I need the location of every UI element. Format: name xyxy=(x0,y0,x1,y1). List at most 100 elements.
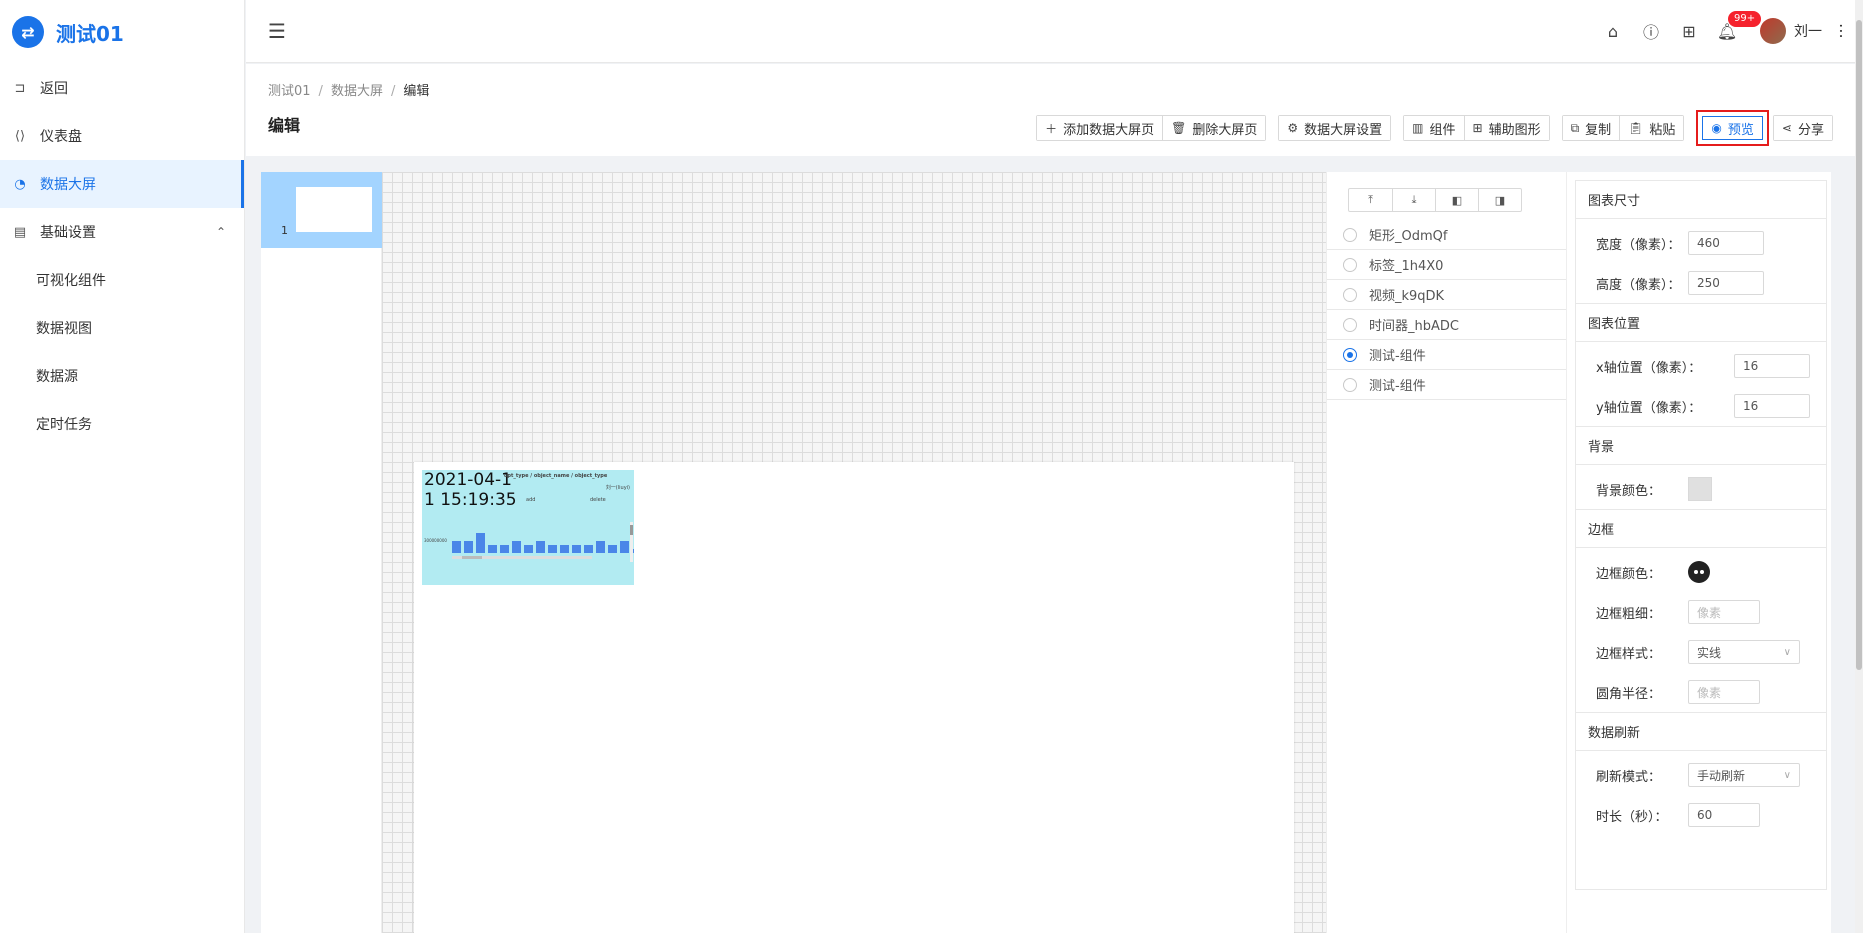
widget-bar xyxy=(452,541,461,553)
username[interactable]: 刘一 xyxy=(1794,21,1822,41)
sidebar-item-basic-settings[interactable]: ▤ 基础设置 ⌃ xyxy=(0,208,244,256)
widget-bar xyxy=(596,541,605,553)
border-section: 边框 边框颜色： 边框粗细： 像素 边框样式： 实线 ∨ 圆角半径： 像素 xyxy=(1576,510,1826,713)
layer-item[interactable]: 时间器_hbADC xyxy=(1327,310,1567,340)
refresh-mode-select[interactable]: 手动刷新 ∨ xyxy=(1688,763,1800,787)
aux-shapes-button[interactable]: ⊞ 辅助图形 xyxy=(1463,116,1549,140)
properties-card: 图表尺寸 宽度（像素）： 460 高度（像素）： 250 图表位置 x轴位置（像… xyxy=(1575,180,1827,890)
delete-page-button[interactable]: 🗑︎ 删除大屏页 xyxy=(1162,116,1266,140)
avatar[interactable] xyxy=(1760,18,1786,44)
layer-radio[interactable] xyxy=(1343,317,1357,332)
section-title: 图表位置 xyxy=(1576,304,1826,342)
thumbnail-preview xyxy=(296,187,372,232)
preview-button[interactable]: ◉ 预览 xyxy=(1702,116,1763,140)
scrollbar-thumb[interactable] xyxy=(1856,20,1862,670)
page-thumbnail[interactable]: 1 xyxy=(261,172,382,248)
components-button[interactable]: ▥ 组件 xyxy=(1404,116,1464,140)
height-input[interactable]: 250 xyxy=(1688,271,1764,295)
sidebar-item-data-screen[interactable]: ◔ 数据大屏 xyxy=(0,160,244,208)
app-logo[interactable]: ⇄ 测试01 xyxy=(0,0,244,64)
paste-button[interactable]: 📋︎ 粘贴 xyxy=(1619,116,1684,140)
editor-workspace: 1 2021-04-1 1 15:19:35 opt_type / object… xyxy=(261,172,1831,933)
home-icon[interactable]: ⌂ xyxy=(1594,11,1632,51)
sidebar-item-visual-components[interactable]: 可视化组件 xyxy=(0,256,244,304)
move-down-icon[interactable]: ◨ xyxy=(1478,189,1521,211)
return-icon: ⊐ xyxy=(14,80,26,96)
screen-settings-button[interactable]: ⚙ 数据大屏设置 xyxy=(1279,116,1391,140)
width-input[interactable]: 460 xyxy=(1688,231,1764,255)
section-title: 背景 xyxy=(1576,427,1826,465)
design-canvas[interactable]: 2021-04-1 1 15:19:35 opt_type / object_n… xyxy=(382,172,1326,933)
sidebar-item-data-sources[interactable]: 数据源 xyxy=(0,352,244,400)
border-width-label: 边框粗细： xyxy=(1596,606,1662,622)
layer-item[interactable]: 矩形_OdmQf xyxy=(1327,220,1567,250)
background-section: 背景 背景颜色： xyxy=(1576,427,1826,510)
bell-icon[interactable]: 🔔︎ 99+ xyxy=(1708,11,1762,51)
toolbar: ＋添加数据大屏页 🗑︎ 删除大屏页 ⚙ 数据大屏设置 ▥ 组件 ⊞ 辅助图形 ⧉ 复制 📋… xyxy=(1024,110,1833,146)
top-header: ☰ ⌂ ⓘ ⊞ 🔔︎ 99+ 刘一 ⋯ xyxy=(246,0,1863,63)
refresh-section: 数据刷新 刷新模式： 手动刷新 ∨ 时长（秒）： 60 xyxy=(1576,713,1826,835)
sidebar-item-label: 数据大屏 xyxy=(40,177,96,193)
layer-radio[interactable] xyxy=(1343,377,1357,392)
chevron-down-icon: ∨ xyxy=(1783,646,1791,658)
layer-item[interactable]: 测试-组件 xyxy=(1327,340,1567,370)
sidebar-item-return[interactable]: ⊐ 返回 xyxy=(0,64,244,112)
add-page-button[interactable]: ＋添加数据大屏页 xyxy=(1037,116,1163,140)
layer-item[interactable]: 视频_k9qDK xyxy=(1327,280,1567,310)
widget-label-add: add xyxy=(526,497,536,503)
thumbnail-number: 1 xyxy=(281,224,288,237)
eye-icon: ◉ xyxy=(1711,121,1722,135)
screen-stage[interactable]: 2021-04-1 1 15:19:35 opt_type / object_n… xyxy=(414,462,1294,933)
layer-radio[interactable] xyxy=(1343,287,1357,302)
component-button-group: ▥ 组件 ⊞ 辅助图形 xyxy=(1403,115,1550,141)
section-title: 数据刷新 xyxy=(1576,713,1826,751)
layer-item[interactable]: 测试-组件 xyxy=(1327,370,1567,400)
share-button-group: ⋖ 分享 xyxy=(1772,115,1833,141)
layer-radio[interactable] xyxy=(1343,227,1357,242)
grid-icon: ⊞ xyxy=(1472,121,1483,135)
page-button-group: ＋添加数据大屏页 🗑︎ 删除大屏页 xyxy=(1036,115,1267,141)
layer-radio[interactable] xyxy=(1343,257,1357,272)
bg-color-swatch[interactable] xyxy=(1688,477,1712,501)
breadcrumb-item[interactable]: 测试01 xyxy=(268,84,311,99)
menu-toggle-icon[interactable]: ☰ xyxy=(268,19,286,43)
sidebar-item-scheduled-tasks[interactable]: 定时任务 xyxy=(0,400,244,448)
radius-input[interactable]: 像素 xyxy=(1688,680,1760,704)
move-top-icon[interactable]: ⤒ xyxy=(1349,189,1392,211)
sidebar-item-dashboard[interactable]: ⟨⟩ 仪表盘 xyxy=(0,112,244,160)
page-thumbnails: 1 xyxy=(261,172,382,933)
palette-icon[interactable] xyxy=(1688,561,1710,583)
chevron-up-icon: ⌃ xyxy=(215,225,226,239)
border-style-select[interactable]: 实线 ∨ xyxy=(1688,640,1800,664)
chart-widget[interactable]: 2021-04-1 1 15:19:35 opt_type / object_n… xyxy=(422,470,634,585)
sidebar-item-label: 返回 xyxy=(40,81,68,97)
layer-radio-selected[interactable] xyxy=(1343,347,1357,362)
copy-button[interactable]: ⧉ 复制 xyxy=(1562,116,1620,140)
sidebar-menu: ⊐ 返回 ⟨⟩ 仪表盘 ◔ 数据大屏 ▤ 基础设置 ⌃ 可视化组件 数据视图 数… xyxy=(0,64,244,448)
widget-bar xyxy=(488,545,497,553)
apps-grid-icon[interactable]: ⊞ xyxy=(1670,11,1708,51)
move-bottom-icon[interactable]: ⤓ xyxy=(1392,189,1435,211)
x-position-input[interactable]: 16 xyxy=(1734,354,1810,378)
widget-bar xyxy=(608,545,617,553)
settings-icon: ▤ xyxy=(13,224,27,240)
move-up-icon[interactable]: ◧ xyxy=(1435,189,1478,211)
layer-item[interactable]: 标签_1h4X0 xyxy=(1327,250,1567,280)
widget-label-delete: delete xyxy=(590,497,606,503)
help-icon[interactable]: ⓘ xyxy=(1632,11,1670,51)
properties-panel: 图表尺寸 宽度（像素）： 460 高度（像素）： 250 图表位置 x轴位置（像… xyxy=(1566,172,1831,933)
page-head: 测试01/数据大屏 / 编辑 编辑 ＋添加数据大屏页 🗑︎ 删除大屏页 ⚙ 数据大屏设置… xyxy=(246,64,1863,156)
clipboard-button-group: ⧉ 复制 📋︎ 粘贴 xyxy=(1561,115,1685,141)
more-icon[interactable]: ⋯ xyxy=(1832,23,1851,39)
page-scrollbar[interactable] xyxy=(1855,0,1863,933)
y-position-input[interactable]: 16 xyxy=(1734,394,1810,418)
breadcrumb-current: 编辑 xyxy=(403,84,430,99)
share-button[interactable]: ⋖ 分享 xyxy=(1773,116,1832,140)
sidebar-item-data-views[interactable]: 数据视图 xyxy=(0,304,244,352)
pie-chart-icon: ◔ xyxy=(14,176,26,192)
chevron-down-icon: ∨ xyxy=(1783,769,1791,781)
copy-icon: ⧉ xyxy=(1570,120,1580,135)
breadcrumb-item[interactable]: 数据大屏 xyxy=(331,84,383,99)
border-width-input[interactable]: 像素 xyxy=(1688,600,1760,624)
duration-input[interactable]: 60 xyxy=(1688,803,1760,827)
